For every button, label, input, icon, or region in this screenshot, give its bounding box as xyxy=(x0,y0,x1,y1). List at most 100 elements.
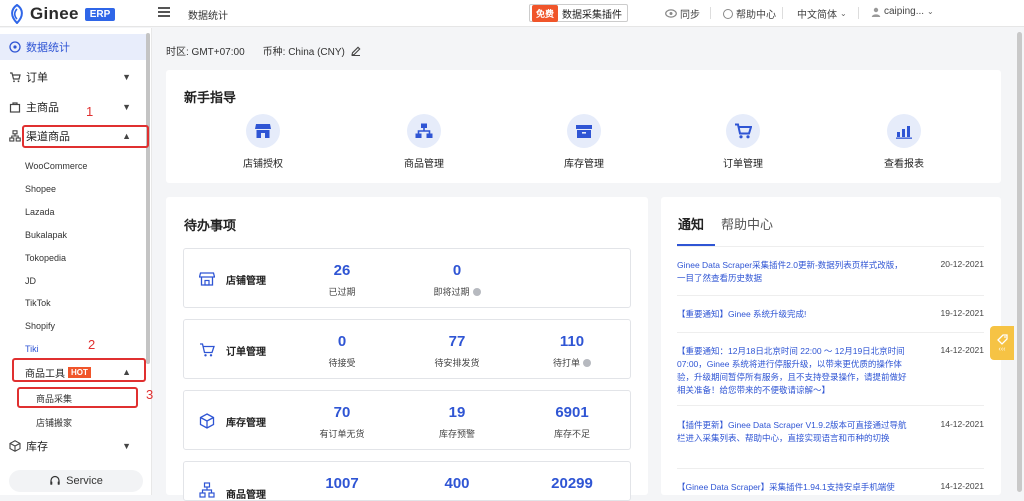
dashboard-icon xyxy=(9,41,21,53)
tab-notice[interactable]: 通知 xyxy=(678,214,704,233)
todo-stat[interactable]: 20299 xyxy=(532,475,612,492)
sidebar-sub-tokopedia[interactable]: Tokopedia xyxy=(25,253,66,263)
toolbar: 时区: GMT+07:00 币种: China (CNY) xyxy=(166,43,361,58)
todo-stat[interactable]: 77 待安排发货 xyxy=(417,333,497,369)
sidebar-sub-shopify[interactable]: Shopify xyxy=(25,321,55,331)
notice-text[interactable]: 【重要通知】Ginee 系统升级完成! xyxy=(677,308,907,321)
guide-item-product-manage[interactable]: 商品管理 xyxy=(384,114,464,170)
todo-stat[interactable]: 1007 xyxy=(302,475,382,492)
notice-item[interactable]: 【重要通知】Ginee 系统升级完成! 19-12-2021 xyxy=(677,308,984,338)
service-button[interactable]: Service xyxy=(9,470,143,492)
stat-label: 待打单 xyxy=(552,358,580,368)
user-name: caiping... xyxy=(884,6,925,17)
inbox-icon-circle xyxy=(567,114,601,148)
stat-value: 70 xyxy=(333,404,351,421)
todo-group-inventory[interactable]: 库存管理 70 有订单无货 19 库存预警 6901 库存不足 xyxy=(183,390,631,450)
ginee-leaf-icon xyxy=(11,4,23,24)
annotation-number-2: 2 xyxy=(88,337,96,352)
chevron-down-icon: ▼ xyxy=(122,72,131,82)
divider xyxy=(677,468,984,469)
guide-item-view-report[interactable]: 查看报表 xyxy=(864,114,944,170)
notice-item[interactable]: Ginee Data Scraper采集插件2.0更新-数据列表页样式改版，一目… xyxy=(677,259,984,299)
help-center-button[interactable]: 帮助中心 xyxy=(723,6,776,21)
floating-plugin-button[interactable]: ‹‹‹ xyxy=(990,326,1014,360)
todo-stat[interactable]: 70 有订单无货 xyxy=(302,404,382,440)
cart-icon-circle xyxy=(726,114,760,148)
language-label: 中文简体 xyxy=(797,10,837,21)
todo-stat[interactable]: 110 待打单 xyxy=(532,333,612,369)
bar-chart-icon-circle xyxy=(887,114,921,148)
top-bar: Ginee ERP 数据统计 免费 数据采集插件 同步 帮助中心 中文简体 ⌄ … xyxy=(0,0,1024,27)
notice-item[interactable]: 【Ginee Data Scraper】采集插件1.94.1支持安卓手机端使 1… xyxy=(677,481,984,495)
todo-stat[interactable]: 0 待接受 xyxy=(302,333,382,369)
guide-item-label: 商品管理 xyxy=(404,159,444,170)
todo-group-store[interactable]: 店铺管理 26 已过期 0 即将过期 xyxy=(183,248,631,308)
data-plugin-button[interactable]: 免费 数据采集插件 xyxy=(529,4,629,22)
sidebar-item-master-products[interactable]: 主商品 ▼ xyxy=(0,96,146,118)
stat-label: 已过期 xyxy=(328,287,356,297)
notice-item[interactable]: 【插件更新】Ginee Data Scraper V1.9.2版本可直接通过导航… xyxy=(677,419,984,469)
sidebar-item-label: 数据统计 xyxy=(26,42,70,54)
currency-selector[interactable]: 币种: China (CNY) xyxy=(263,43,361,58)
todo-stat[interactable]: 0 即将过期 xyxy=(417,262,497,298)
guide-item-inventory-manage[interactable]: 库存管理 xyxy=(544,114,624,170)
notice-text[interactable]: 【Ginee Data Scraper】采集插件1.94.1支持安卓手机端使 xyxy=(677,481,907,494)
stat-value: 20299 xyxy=(551,475,593,492)
annotation-number-1: 1 xyxy=(86,104,94,119)
headset-icon xyxy=(50,475,60,485)
notice-text[interactable]: 【插件更新】Ginee Data Scraper V1.9.2版本可直接通过导航… xyxy=(677,419,907,445)
todo-stat[interactable]: 6901 库存不足 xyxy=(532,404,612,440)
timezone-label: 时区: GMT+07:00 xyxy=(166,47,245,58)
plugin-tag-icon xyxy=(996,334,1008,345)
page-title: 数据统计 xyxy=(188,11,228,22)
sidebar-scrollbar[interactable] xyxy=(146,33,150,364)
sync-button[interactable]: 同步 xyxy=(665,6,700,21)
language-select[interactable]: 中文简体 ⌄ xyxy=(797,6,847,21)
notice-date: 14-12-2021 xyxy=(940,345,984,355)
divider xyxy=(782,7,783,19)
todo-stat[interactable]: 19 库存预警 xyxy=(417,404,497,440)
sidebar-item-inventory[interactable]: 库存 ▼ xyxy=(0,435,146,457)
main-scrollbar[interactable] xyxy=(1017,32,1022,492)
logo[interactable]: Ginee ERP xyxy=(8,3,116,25)
stat-value: 6901 xyxy=(555,404,589,421)
divider xyxy=(677,405,984,406)
divider xyxy=(677,295,984,296)
sidebar-item-dashboard[interactable]: 数据统计 xyxy=(0,34,146,60)
stat-value: 26 xyxy=(333,262,351,279)
todo-group-order[interactable]: 订单管理 0 待接受 77 待安排发货 110 待打单 xyxy=(183,319,631,379)
sidebar-sub-tiktok[interactable]: TikTok xyxy=(25,298,51,308)
inbox-icon xyxy=(576,125,592,138)
user-menu[interactable]: caiping... ⌄ xyxy=(871,6,934,17)
stat-label: 待安排发货 xyxy=(434,358,480,368)
sidebar-item-orders[interactable]: 订单 ▼ xyxy=(0,66,146,88)
notice-item[interactable]: 【重要通知：12月18日北京时间 22:00 ～ 12月19日北京时间 07:0… xyxy=(677,345,984,406)
sidebar-sub-jd[interactable]: JD xyxy=(25,276,36,286)
notice-text[interactable]: 【重要通知：12月18日北京时间 22:00 ～ 12月19日北京时间 07:0… xyxy=(677,345,907,397)
sidebar-sub-store-move[interactable]: 店铺搬家 xyxy=(36,416,72,429)
sidebar-sub-shopee[interactable]: Shopee xyxy=(25,184,56,194)
notice-text[interactable]: Ginee Data Scraper采集插件2.0更新-数据列表页样式改版，一目… xyxy=(677,259,907,285)
question-icon[interactable] xyxy=(472,287,481,296)
question-icon[interactable] xyxy=(583,358,591,367)
tab-help-center[interactable]: 帮助中心 xyxy=(721,214,773,233)
sidebar-sub-bukalapak[interactable]: Bukalapak xyxy=(25,230,67,240)
erp-badge: ERP xyxy=(84,7,116,21)
notice-date: 19-12-2021 xyxy=(940,308,984,318)
guide-item-order-manage[interactable]: 订单管理 xyxy=(703,114,783,170)
edit-pencil-icon xyxy=(351,46,361,56)
divider xyxy=(710,7,711,19)
currency-label: 币种: China (CNY) xyxy=(262,47,345,58)
todo-stat[interactable]: 26 已过期 xyxy=(302,262,382,298)
sidebar-sub-woocommerce[interactable]: WooCommerce xyxy=(25,161,87,171)
stat-value: 110 xyxy=(559,333,585,350)
sidebar-sub-lazada[interactable]: Lazada xyxy=(25,207,55,217)
chevron-down-icon: ⌄ xyxy=(927,7,934,16)
todo-stat[interactable]: 400 xyxy=(417,475,497,492)
todo-group-product[interactable]: 商品管理 1007 400 20299 xyxy=(183,461,631,501)
box-icon xyxy=(9,440,21,452)
menu-toggle-icon[interactable] xyxy=(158,7,170,18)
guide-item-store-auth[interactable]: 店铺授权 xyxy=(223,114,303,170)
tab-active-indicator xyxy=(677,244,715,246)
sidebar-sub-tiki[interactable]: Tiki xyxy=(25,344,39,354)
